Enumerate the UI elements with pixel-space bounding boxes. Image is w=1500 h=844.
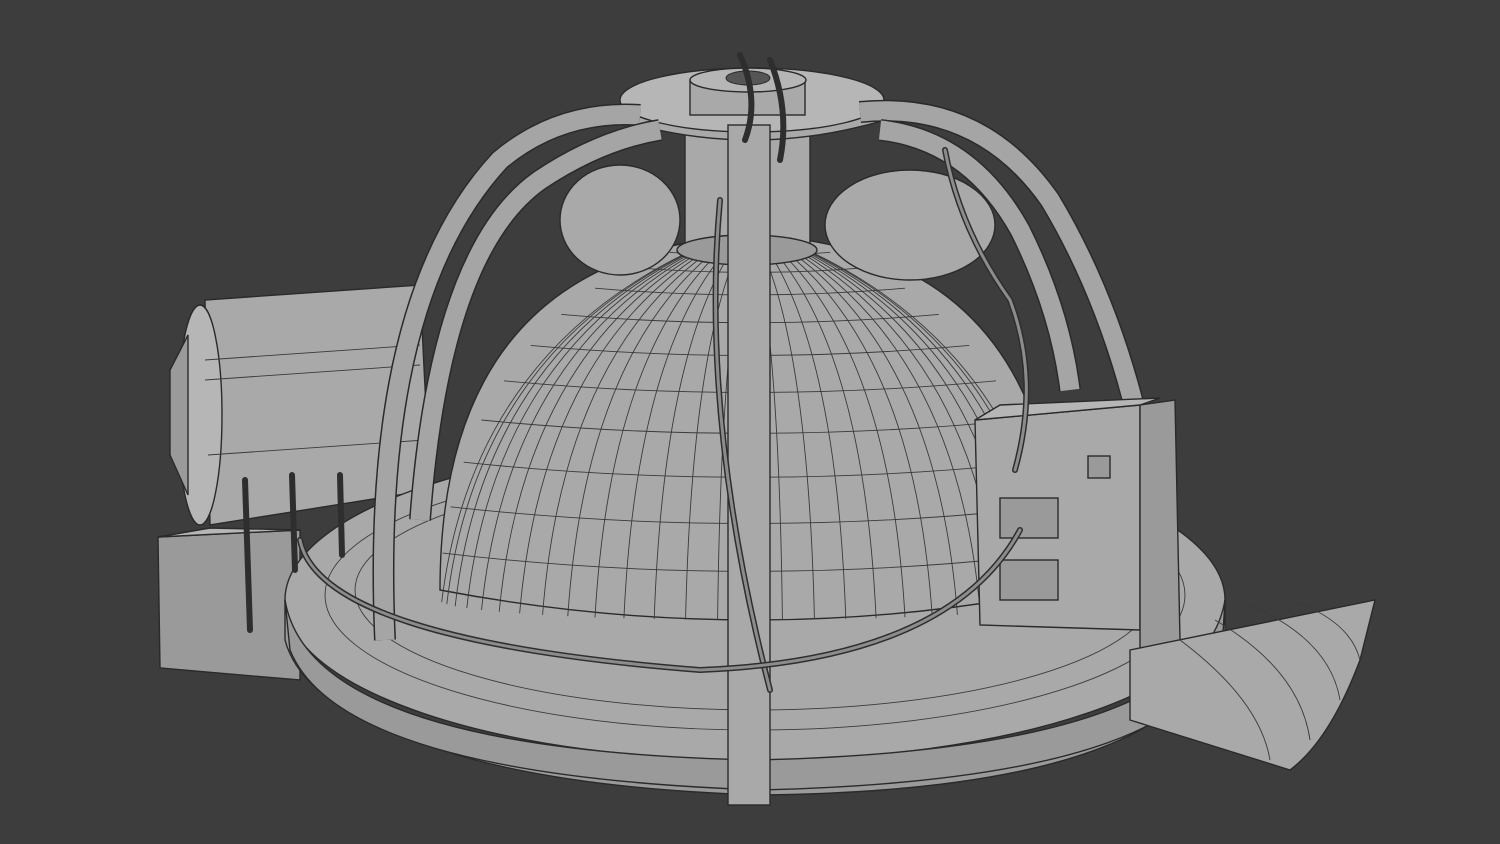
control-box bbox=[974, 397, 1181, 651]
front-pillar bbox=[727, 124, 771, 806]
model-render bbox=[157, 52, 1376, 806]
rear-sphere-left bbox=[559, 164, 681, 276]
3d-viewport[interactable] bbox=[0, 0, 1500, 844]
left-block bbox=[157, 527, 301, 681]
